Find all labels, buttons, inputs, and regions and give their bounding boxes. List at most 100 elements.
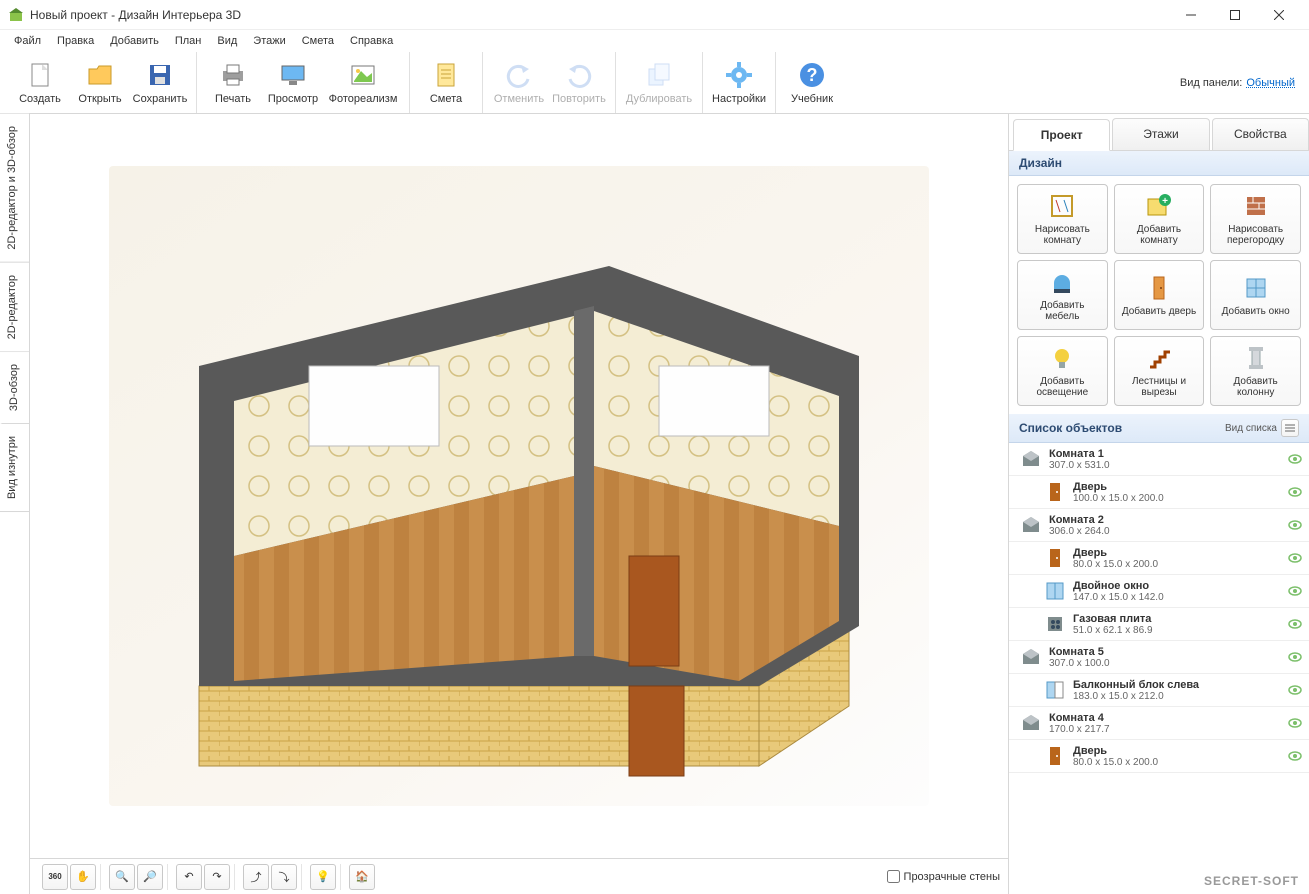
object-item[interactable]: Дверь80.0 x 15.0 x 200.0: [1009, 740, 1309, 773]
add-room-icon: +: [1145, 192, 1173, 220]
room-icon: [1019, 645, 1043, 669]
design-header-label: Дизайн: [1019, 156, 1062, 170]
left-tab-inside[interactable]: Вид изнутри: [0, 424, 29, 512]
folder-open-icon: [84, 59, 116, 91]
preview-button[interactable]: Просмотр: [263, 52, 323, 113]
object-item[interactable]: Дверь80.0 x 15.0 x 200.0: [1009, 542, 1309, 575]
watermark: SECRET-SOFT: [1204, 874, 1299, 888]
stove-icon: [1043, 612, 1067, 636]
menu-add[interactable]: Добавить: [102, 33, 167, 49]
design-add-furn-button[interactable]: Добавить мебель: [1017, 260, 1108, 330]
design-add-column-button[interactable]: Добавить колонну: [1210, 336, 1301, 406]
visibility-toggle[interactable]: [1287, 717, 1303, 729]
menu-file[interactable]: Файл: [6, 33, 49, 49]
menu-edit[interactable]: Правка: [49, 33, 102, 49]
zoom-in-button[interactable]: 🔍: [109, 864, 135, 890]
print-label: Печать: [215, 93, 251, 105]
rotate-left-button[interactable]: ↶: [176, 864, 202, 890]
design-draw-part-button[interactable]: Нарисовать перегородку: [1210, 184, 1301, 254]
design-add-light-button[interactable]: Добавить освещение: [1017, 336, 1108, 406]
zoom-in-icon: 🔍: [115, 870, 129, 883]
visibility-toggle[interactable]: [1287, 750, 1303, 762]
transparent-walls-toggle[interactable]: Прозрачные стены: [887, 870, 1000, 883]
visibility-toggle[interactable]: [1287, 585, 1303, 597]
object-dims: 307.0 x 100.0: [1049, 658, 1287, 669]
visibility-toggle[interactable]: [1287, 486, 1303, 498]
create-button[interactable]: Создать: [10, 52, 70, 113]
tab-floors[interactable]: Этажи: [1112, 118, 1209, 150]
duplicate-button[interactable]: Дублировать: [622, 52, 696, 113]
object-item[interactable]: Комната 5307.0 x 100.0: [1009, 641, 1309, 674]
menu-floors[interactable]: Этажи: [245, 33, 293, 49]
minimize-button[interactable]: [1169, 1, 1213, 29]
visibility-toggle[interactable]: [1287, 651, 1303, 663]
object-item[interactable]: Дверь100.0 x 15.0 x 200.0: [1009, 476, 1309, 509]
save-button[interactable]: Сохранить: [130, 52, 190, 113]
design-add-door-button[interactable]: Добавить дверь: [1114, 260, 1205, 330]
object-name: Комната 2: [1049, 514, 1287, 526]
object-item[interactable]: Газовая плита51.0 x 62.1 x 86.9: [1009, 608, 1309, 641]
app-icon: [8, 7, 24, 23]
viewport-3d[interactable]: 360 ✋ 🔍 🔎 ↶ ↷ ⤴ ⤵ 💡 🏠: [30, 114, 1009, 894]
visibility-toggle[interactable]: [1287, 519, 1303, 531]
room-icon: [1019, 711, 1043, 735]
open-button[interactable]: Открыть: [70, 52, 130, 113]
home-view-button[interactable]: 🏠: [349, 864, 375, 890]
transparent-walls-checkbox[interactable]: [887, 870, 900, 883]
visibility-toggle[interactable]: [1287, 552, 1303, 564]
undo-button[interactable]: Отменить: [489, 52, 549, 113]
view-panel-link[interactable]: Обычный: [1246, 77, 1295, 89]
stairs-label: Лестницы и вырезы: [1119, 376, 1200, 398]
notepad-icon: [430, 59, 462, 91]
tilt-up-button[interactable]: ⤴: [243, 864, 269, 890]
design-stairs-button[interactable]: Лестницы и вырезы: [1114, 336, 1205, 406]
maximize-button[interactable]: [1213, 1, 1257, 29]
menu-estimate[interactable]: Смета: [294, 33, 342, 49]
design-draw-room-button[interactable]: Нарисовать комнату: [1017, 184, 1108, 254]
object-item[interactable]: Двойное окно147.0 x 15.0 x 142.0: [1009, 575, 1309, 608]
settings-button[interactable]: Настройки: [709, 52, 769, 113]
open-label: Открыть: [78, 93, 121, 105]
menu-view[interactable]: Вид: [209, 33, 245, 49]
object-item[interactable]: Комната 2306.0 x 264.0: [1009, 509, 1309, 542]
rotate-right-button[interactable]: ↷: [204, 864, 230, 890]
viewport-toolbar: 360 ✋ 🔍 🔎 ↶ ↷ ⤴ ⤵ 💡 🏠: [30, 858, 1008, 894]
visibility-toggle[interactable]: [1287, 618, 1303, 630]
tilt-down-button[interactable]: ⤵: [271, 864, 297, 890]
3d-canvas[interactable]: [109, 166, 929, 806]
estimate-button[interactable]: Смета: [416, 52, 476, 113]
photoreal-button[interactable]: Фотореализм: [323, 52, 403, 113]
left-tab-3dview[interactable]: 3D-обзор: [0, 352, 29, 424]
object-item[interactable]: Балконный блок слева183.0 x 15.0 x 212.0: [1009, 674, 1309, 707]
redo-button[interactable]: Повторить: [549, 52, 609, 113]
left-tab-combo[interactable]: 2D-редактор и 3D-обзор: [0, 114, 29, 263]
design-add-room-button[interactable]: +Добавить комнату: [1114, 184, 1205, 254]
photo-icon: [347, 59, 379, 91]
tilt-down-icon: ⤵: [279, 869, 290, 885]
menu-plan[interactable]: План: [167, 33, 210, 49]
menu-help[interactable]: Справка: [342, 33, 401, 49]
close-button[interactable]: [1257, 1, 1301, 29]
object-name: Двойное окно: [1073, 580, 1287, 592]
rotate-360-button[interactable]: 360: [42, 864, 68, 890]
tab-project[interactable]: Проект: [1013, 119, 1110, 151]
draw-room-label: Нарисовать комнату: [1022, 224, 1103, 246]
pan-button[interactable]: ✋: [70, 864, 96, 890]
visibility-toggle[interactable]: [1287, 684, 1303, 696]
design-add-window-button[interactable]: Добавить окно: [1210, 260, 1301, 330]
visibility-toggle[interactable]: [1287, 453, 1303, 465]
redo-icon: [563, 59, 595, 91]
zoom-out-button[interactable]: 🔎: [137, 864, 163, 890]
object-item[interactable]: Комната 4170.0 x 217.7: [1009, 707, 1309, 740]
light-toggle-button[interactable]: 💡: [310, 864, 336, 890]
view-list-button[interactable]: [1281, 419, 1299, 437]
add-light-icon: [1048, 344, 1076, 372]
tab-properties[interactable]: Свойства: [1212, 118, 1309, 150]
undo-label: Отменить: [494, 93, 544, 105]
list-icon: [1285, 423, 1295, 433]
print-button[interactable]: Печать: [203, 52, 263, 113]
left-tab-editor[interactable]: 2D-редактор: [0, 263, 29, 352]
tutorial-button[interactable]: ? Учебник: [782, 52, 842, 113]
door-icon: [1043, 744, 1067, 768]
object-item[interactable]: Комната 1307.0 x 531.0: [1009, 443, 1309, 476]
